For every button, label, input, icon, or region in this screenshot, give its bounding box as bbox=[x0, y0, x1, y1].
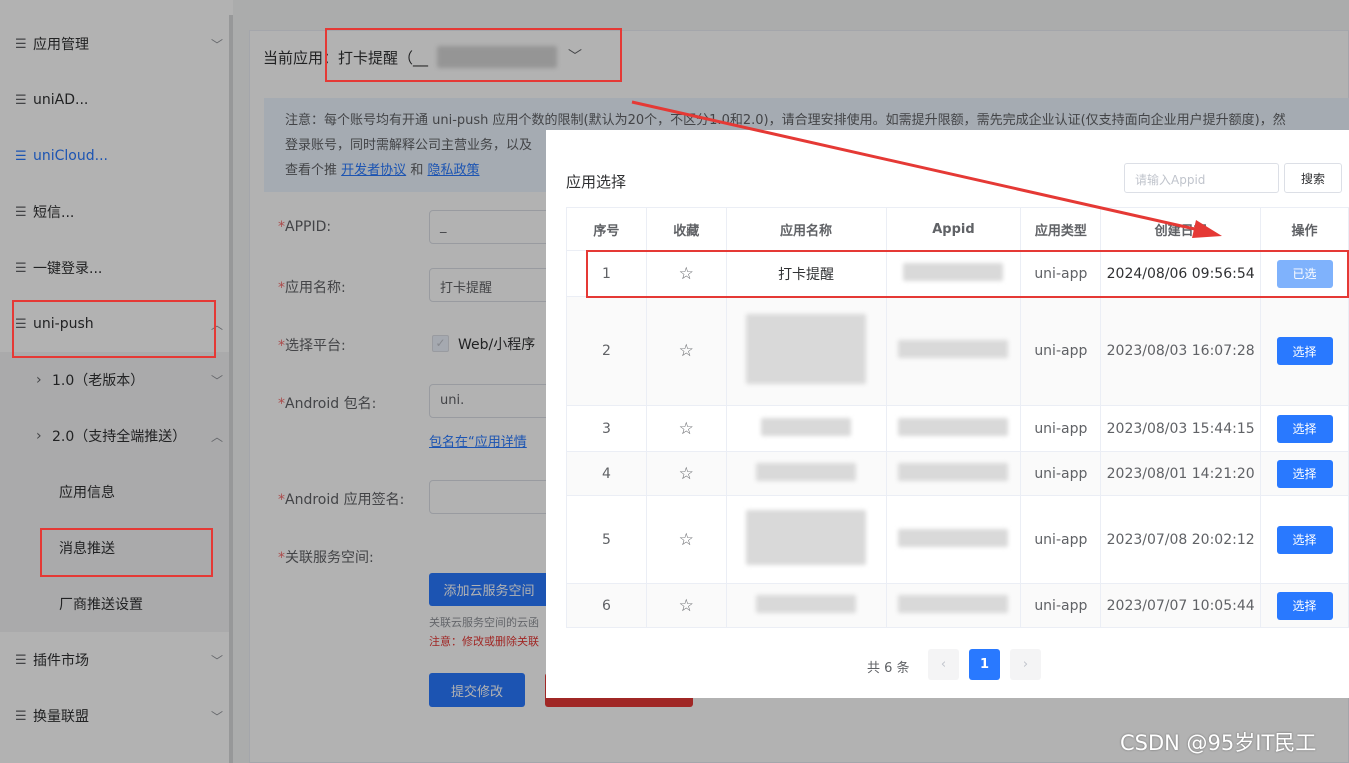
watermark: CSDN @95岁IT民工 bbox=[1120, 731, 1317, 755]
annotation-arrow bbox=[631, 100, 1222, 238]
